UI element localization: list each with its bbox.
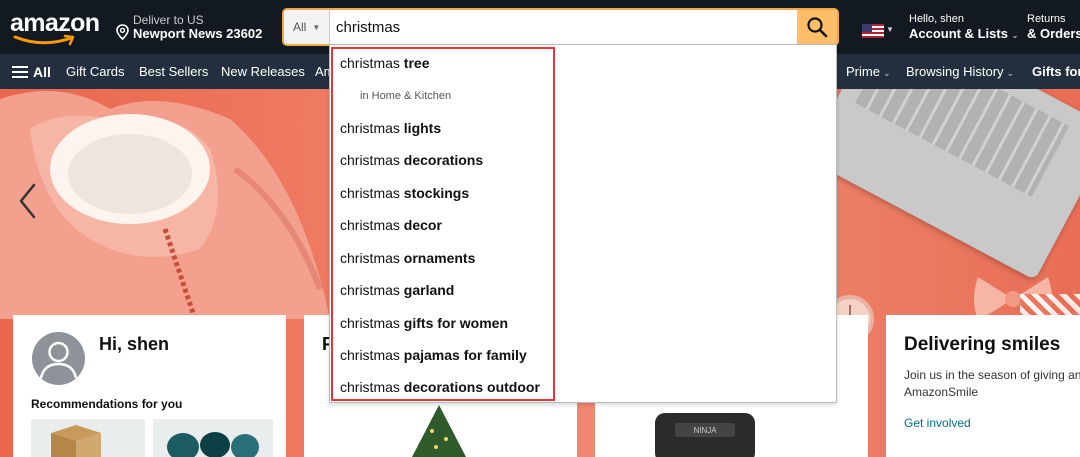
us-flag-icon[interactable] [862, 24, 884, 38]
suggestion-suffix: tree [403, 55, 430, 71]
account-greeting: Hello, shen [909, 13, 965, 25]
suggestion-prefix: christmas [340, 55, 400, 71]
suggestion-prefix: christmas [340, 120, 400, 136]
all-menu-label: All [33, 64, 51, 80]
search-input[interactable] [336, 10, 796, 44]
suggestion-suffix: garland [403, 282, 455, 298]
suggestion-prefix: christmas [340, 185, 400, 201]
chevron-down-icon: ⌄ [1006, 68, 1015, 78]
smiles-title: Delivering smiles [904, 334, 1061, 355]
suggestion-item[interactable]: christmas stockings [340, 185, 469, 201]
user-avatar-icon [39, 341, 78, 379]
recommendations-heading: Recommendations for you [31, 397, 183, 411]
account-lists-text: Account & Lists [909, 26, 1008, 41]
smiles-description: Join us in the season of giving and Amaz… [904, 368, 1080, 399]
department-name: Home & Kitchen [371, 90, 452, 102]
account-lists-label: Account & Lists ⌄ [909, 26, 1018, 41]
search-icon [807, 17, 828, 38]
location-pin-icon [116, 24, 129, 40]
greeting-title: Hi, shen [99, 334, 170, 354]
hamburger-icon [12, 63, 28, 81]
recommendation-thumb[interactable] [153, 419, 273, 457]
nav-browsing-history-label: Browsing History [906, 64, 1004, 79]
svg-text:NINJA: NINJA [693, 426, 717, 435]
search-category-value: All [293, 20, 307, 34]
amazon-logo[interactable]: amazon [10, 9, 102, 46]
chevron-down-icon: ⌄ [1011, 31, 1019, 40]
returns-and-orders[interactable]: Returns & Orders [1027, 13, 1080, 41]
amazonsmile-card: Delivering smiles Join us in the season … [886, 315, 1080, 457]
search-bar: All ▼ [282, 8, 839, 46]
nav-new-releases[interactable]: New Releases [221, 64, 305, 79]
suggestion-suffix: gifts for women [403, 315, 509, 331]
orders-label: & Orders [1027, 26, 1080, 41]
nav-prime-label: Prime [846, 64, 880, 79]
suggestion-item[interactable]: christmas ornaments [340, 250, 475, 266]
suggestion-item[interactable]: christmas lights [340, 120, 441, 136]
suggestion-prefix: christmas [340, 347, 400, 363]
avatar[interactable] [32, 332, 85, 385]
deliver-location: Newport News 23602 [133, 26, 263, 41]
nav-best-sellers[interactable]: Best Sellers [139, 64, 208, 79]
suggestion-item[interactable]: christmas decor [340, 217, 442, 233]
chevron-down-icon: ⌄ [882, 68, 891, 78]
nav-gifts-for[interactable]: Gifts for [1032, 64, 1080, 79]
greeting-card: Hi, shen Recommendations for you [13, 315, 286, 457]
search-suggestions-dropdown: christmas tree in Home & Kitchen christm… [329, 44, 837, 403]
suggestion-suffix: decorations outdoor [403, 379, 540, 395]
suggestion-item[interactable]: christmas pajamas for family [340, 347, 527, 363]
deliver-to-label: Deliver to US [133, 13, 204, 27]
suggestion-suffix: decorations [403, 152, 484, 168]
nav-browsing-history[interactable]: Browsing History ⌄ [906, 64, 1014, 79]
suggestion-item[interactable]: christmas gifts for women [340, 315, 508, 331]
suggestion-suffix: decor [403, 217, 442, 233]
search-button[interactable] [797, 10, 837, 44]
language-caret-icon: ▼ [886, 25, 894, 34]
nav-prime[interactable]: Prime ⌄ [846, 64, 891, 79]
pressure-cooker-image: NINJA [655, 413, 755, 457]
account-and-lists[interactable]: Hello, shen Account & Lists ⌄ [909, 13, 1018, 41]
department-in-label: in [360, 90, 369, 102]
suggestion-item[interactable]: christmas garland [340, 282, 454, 298]
suggestion-suffix: lights [403, 120, 442, 136]
deliver-to-location[interactable]: Deliver to US Newport News 23602 [116, 12, 276, 44]
suggestion-suffix: stockings [403, 185, 470, 201]
smile-arrow-icon [13, 34, 75, 46]
suggestion-prefix: christmas [340, 217, 400, 233]
suggestion-prefix: christmas [340, 282, 400, 298]
suggestion-prefix: christmas [340, 315, 400, 331]
carousel-prev-icon[interactable] [16, 181, 40, 221]
suggestion-item[interactable]: christmas decorations outdoor [340, 379, 540, 395]
suggestion-prefix: christmas [340, 152, 400, 168]
suggestion-prefix: christmas [340, 379, 400, 395]
laptop-image [805, 89, 1080, 281]
recommendation-thumb[interactable] [31, 419, 145, 457]
caret-down-icon: ▼ [312, 22, 321, 32]
gift-bags-image [167, 432, 259, 457]
search-category-select[interactable]: All ▼ [284, 10, 330, 44]
get-involved-link[interactable]: Get involved [904, 416, 971, 430]
nav-gift-cards[interactable]: Gift Cards [66, 64, 125, 79]
suggestion-suffix: ornaments [403, 250, 476, 266]
suggestion-item[interactable]: christmas tree [340, 55, 429, 71]
pink-jacket-image [0, 91, 330, 319]
all-menu-button[interactable]: All [12, 63, 51, 81]
suggestion-prefix: christmas [340, 250, 400, 266]
suggestion-suffix: pajamas for family [403, 347, 527, 363]
suggestion-item[interactable]: christmas decorations [340, 152, 483, 168]
suggestion-department[interactable]: in Home & Kitchen [360, 90, 451, 102]
christmas-tree-image [412, 405, 466, 457]
returns-label: Returns [1027, 13, 1066, 25]
cardboard-box-image [51, 425, 101, 457]
